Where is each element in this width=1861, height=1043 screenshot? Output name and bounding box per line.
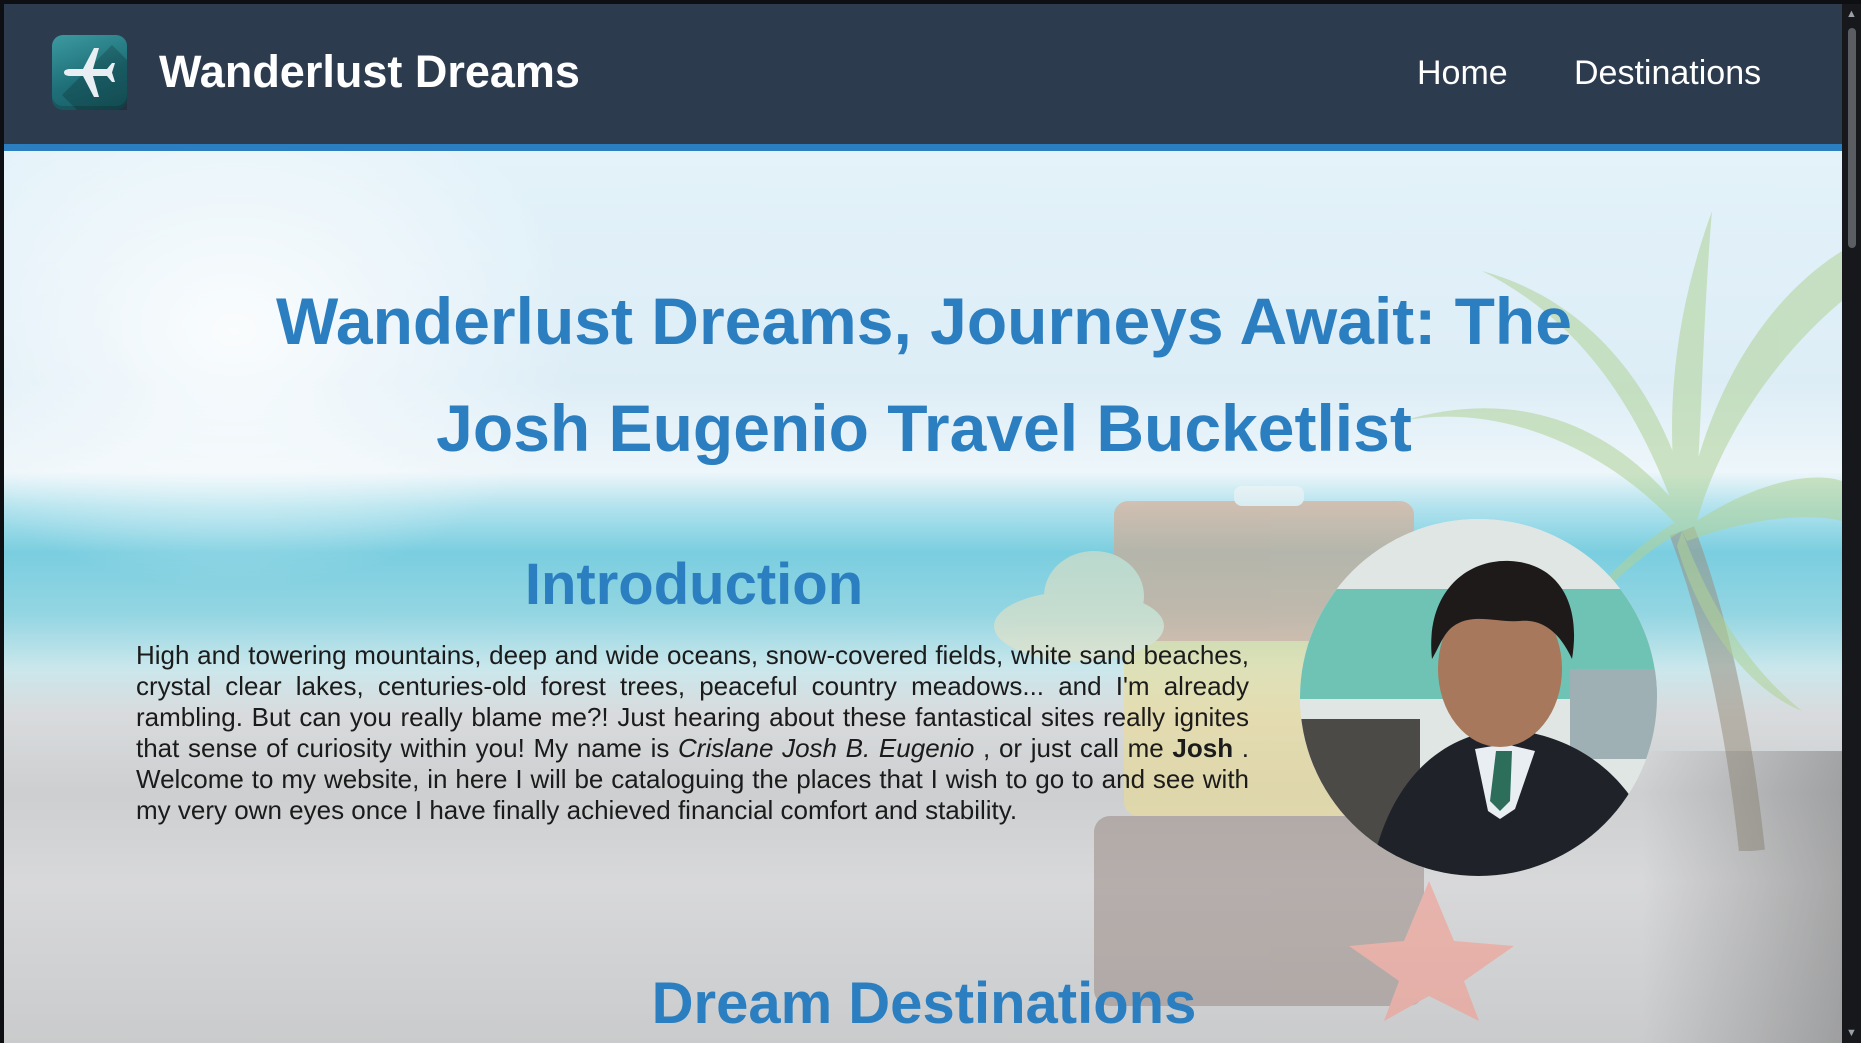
page-scrollbar[interactable]: ▲ ▼ xyxy=(1842,4,1861,1043)
airplane-icon[interactable] xyxy=(52,35,127,110)
intro-nickname: Josh xyxy=(1172,733,1234,763)
chevron-up-icon[interactable]: ▲ xyxy=(1846,8,1857,20)
dream-destinations-heading: Dream Destinations xyxy=(651,971,1197,1036)
page-title: Wanderlust Dreams, Journeys Await: The J… xyxy=(276,284,1572,465)
introduction-heading: Introduction xyxy=(524,552,864,617)
scrollbar-thumb[interactable] xyxy=(1848,28,1856,248)
hero-section: Wanderlust Dreams, Journeys Await: The J… xyxy=(4,151,1842,1043)
top-navbar: Wanderlust Dreams Home Destinations xyxy=(4,4,1842,151)
nav-home-link[interactable]: Home xyxy=(1417,54,1508,93)
intro-full-name: Crislane Josh B. Eugenio xyxy=(678,733,975,763)
chevron-down-icon[interactable]: ▼ xyxy=(1846,1027,1857,1039)
introduction-paragraph: High and towering mountains, deep and wi… xyxy=(136,640,1249,826)
intro-text-part: , or just call me xyxy=(974,733,1173,763)
browser-viewport: Wanderlust Dreams Home Destinations Wand… xyxy=(4,4,1842,1043)
profile-photo xyxy=(1300,519,1657,876)
nav-destinations-link[interactable]: Destinations xyxy=(1574,54,1761,93)
brand-name[interactable]: Wanderlust Dreams xyxy=(159,46,580,98)
